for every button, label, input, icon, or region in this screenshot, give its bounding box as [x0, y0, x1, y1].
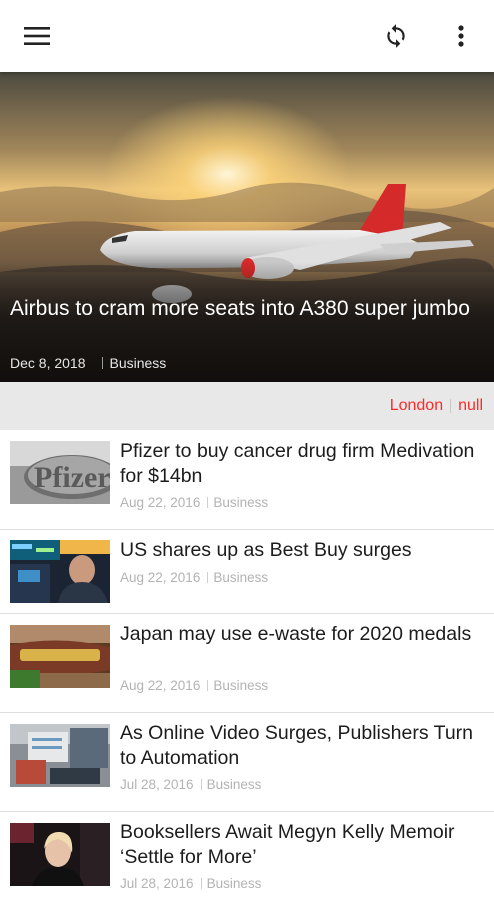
location-bar: London null: [0, 382, 494, 430]
news-date: Aug 22, 2016: [120, 495, 201, 510]
hero-story[interactable]: Airbus to cram more seats into A380 supe…: [0, 72, 494, 382]
hamburger-menu-icon[interactable]: [15, 14, 59, 58]
news-meta: Aug 22, 2016 Business: [120, 495, 268, 510]
news-date: Aug 22, 2016: [120, 678, 201, 693]
news-meta: Jul 28, 2016 Business: [120, 876, 261, 891]
news-title[interactable]: As Online Video Surges, Publishers Turn …: [120, 721, 486, 770]
more-vert-icon[interactable]: [439, 14, 483, 58]
news-item[interactable]: Booksellers Await Megyn Kelly Memoir ‘Se…: [0, 812, 494, 900]
divider: [207, 572, 209, 583]
app-bar: [0, 0, 494, 72]
megyn-kelly-photo: [10, 823, 110, 886]
news-title[interactable]: Booksellers Await Megyn Kelly Memoir ‘Se…: [120, 820, 486, 869]
news-category: Business: [206, 777, 262, 792]
news-title[interactable]: Pfizer to buy cancer drug firm Medivatio…: [120, 439, 486, 488]
gold-teeth-medal-photo: [10, 625, 110, 688]
divider: [450, 399, 452, 413]
news-meta: Aug 22, 2016 Business: [120, 570, 268, 585]
circuit-board-photo: [10, 724, 110, 787]
hero-date: Dec 8, 2018: [10, 355, 86, 371]
stock-trader-photo: [10, 540, 110, 603]
news-category: Business: [213, 495, 269, 510]
divider: [101, 357, 103, 369]
news-meta: Aug 22, 2016 Business: [120, 678, 268, 693]
divider: [207, 680, 209, 691]
news-date: Jul 28, 2016: [120, 876, 194, 891]
hero-title[interactable]: Airbus to cram more seats into A380 supe…: [10, 296, 480, 322]
news-item[interactable]: US shares up as Best Buy surges Aug 22, …: [0, 530, 494, 614]
refresh-icon[interactable]: [374, 14, 418, 58]
hero-category: Business: [109, 355, 167, 371]
news-title[interactable]: US shares up as Best Buy surges: [120, 538, 486, 563]
news-title[interactable]: Japan may use e-waste for 2020 medals: [120, 622, 486, 647]
news-category: Business: [206, 876, 262, 891]
svg-text:Pfizer: Pfizer: [34, 461, 110, 494]
news-date: Aug 22, 2016: [120, 570, 201, 585]
news-category: Business: [213, 678, 269, 693]
divider: [200, 878, 202, 889]
divider: [200, 779, 202, 790]
news-category: Business: [213, 570, 269, 585]
location-value: null: [458, 397, 483, 414]
location-city[interactable]: London: [390, 397, 443, 415]
news-item[interactable]: Pfizer Pfizer to buy cancer drug firm Me…: [0, 430, 494, 530]
pfizer-sign-photo: Pfizer: [10, 441, 110, 504]
news-item[interactable]: As Online Video Surges, Publishers Turn …: [0, 713, 494, 812]
news-date: Jul 28, 2016: [120, 777, 194, 792]
news-meta: Jul 28, 2016 Business: [120, 777, 261, 792]
divider: [207, 497, 209, 508]
hero-meta: Dec 8, 2018 Business: [10, 355, 166, 371]
news-item[interactable]: Japan may use e-waste for 2020 medals Au…: [0, 614, 494, 713]
